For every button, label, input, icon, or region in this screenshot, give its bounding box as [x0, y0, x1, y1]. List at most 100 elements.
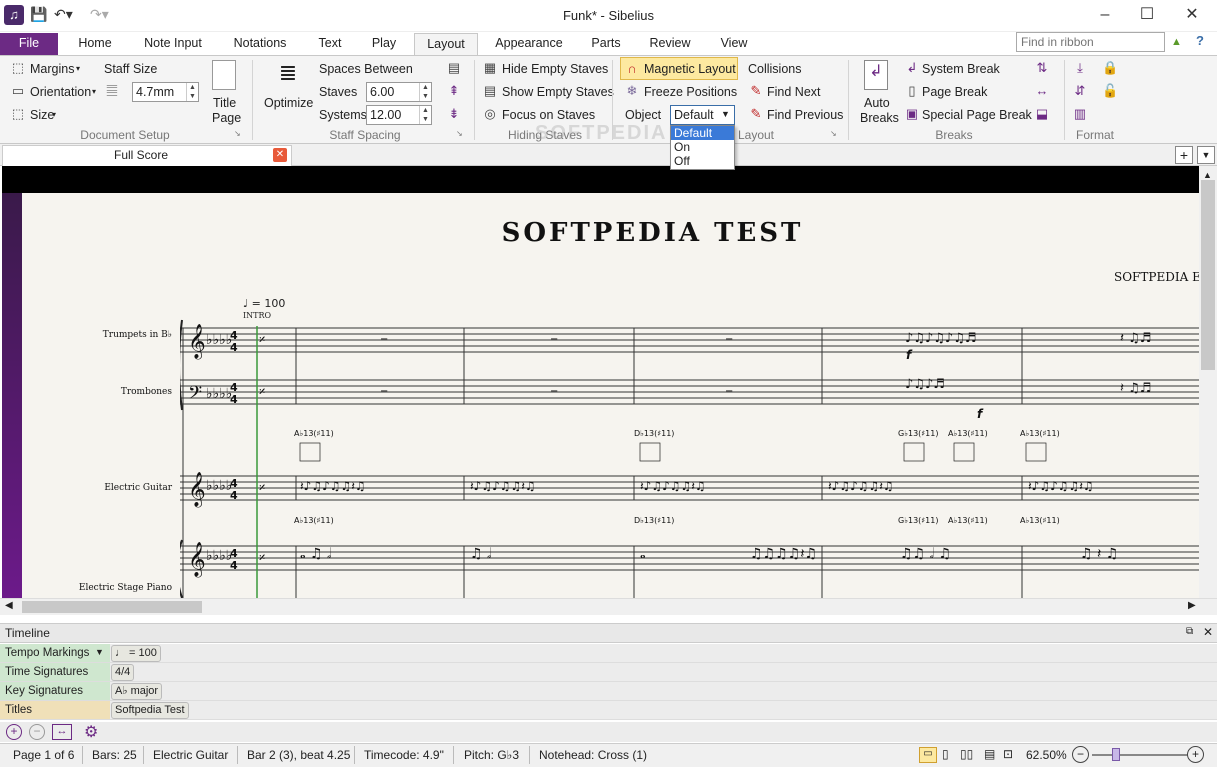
dialog-launcher-icon[interactable]: ↘: [830, 129, 837, 138]
tab-appearance[interactable]: Appearance: [488, 33, 570, 55]
option-default[interactable]: Default: [671, 126, 734, 140]
tab-review[interactable]: Review: [642, 33, 698, 55]
spreads-icon[interactable]: ▯▯: [960, 747, 973, 761]
decrease-spacing-icon[interactable]: ⇟: [446, 106, 462, 122]
staff-name-electric-guitar[interactable]: Electric Guitar: [60, 483, 172, 493]
timeline-label[interactable]: Time Signatures: [0, 663, 110, 681]
size-button[interactable]: Size: [30, 108, 54, 122]
zoom-out-icon[interactable]: −: [29, 724, 45, 740]
tab-file[interactable]: File: [0, 33, 58, 55]
close-tab-icon[interactable]: ✕: [273, 148, 287, 162]
find-next-button[interactable]: Find Next: [767, 85, 821, 99]
timeline-cell[interactable]: 4/4: [111, 664, 135, 681]
hide-empty-staves-button[interactable]: Hide Empty Staves: [502, 62, 608, 76]
tab-parts[interactable]: Parts: [584, 33, 628, 55]
scroll-left-icon[interactable]: ◀: [5, 600, 13, 611]
special-page-break-button[interactable]: Special Page Break: [922, 108, 1032, 122]
system-break-button[interactable]: System Break: [922, 62, 1000, 76]
dialog-launcher-icon[interactable]: ↘: [234, 129, 241, 138]
tab-menu-icon[interactable]: ▼: [1197, 146, 1215, 164]
dynamic-forte[interactable]: f: [906, 348, 913, 362]
find-previous-button[interactable]: Find Previous: [767, 108, 843, 122]
title-page-label-2[interactable]: Page: [212, 111, 241, 125]
option-off[interactable]: Off: [671, 154, 734, 168]
timeline-cell[interactable]: Softpedia Test: [111, 702, 189, 719]
tab-view[interactable]: View: [712, 33, 756, 55]
scroll-right-icon[interactable]: ▶: [1188, 600, 1196, 611]
panorama-icon[interactable]: ▤: [984, 747, 995, 761]
filter-icon[interactable]: ▼: [95, 647, 104, 657]
timeline-cell[interactable]: ♩ = 100: [111, 645, 161, 662]
fullscreen-icon[interactable]: ⊡: [1003, 747, 1013, 761]
restore-panel-icon[interactable]: ⧉: [1186, 626, 1193, 637]
ribbon-search-input[interactable]: [1016, 32, 1165, 52]
chord-symbol[interactable]: D♭13(♯11): [634, 516, 674, 525]
chord-symbol[interactable]: A♭13(♯11): [1020, 429, 1060, 438]
staff-name-electric-stage-piano[interactable]: Electric Stage Piano: [60, 583, 172, 593]
make-into-page-icon[interactable]: ⬓: [1034, 106, 1050, 122]
tab-text[interactable]: Text: [308, 33, 352, 55]
chord-symbol[interactable]: A♭13(♯11): [948, 429, 988, 438]
staff-name-trombones[interactable]: Trombones: [60, 387, 172, 397]
timeline-label[interactable]: Tempo Markings: [0, 644, 110, 662]
tab-notations[interactable]: Notations: [224, 33, 296, 55]
staff-system[interactable]: 𝄞 𝄢 𝄞 𝄞 ♭♭♭♭ ♭♭♭♭ ♭♭♭♭ ♭♭♭♭ 44 44 44 44 𝄎 𝄎 𝄎 𝄎 −…: [180, 318, 1199, 598]
margins-button[interactable]: Margins: [30, 62, 74, 76]
freeze-positions-button[interactable]: Freeze Positions: [644, 85, 737, 99]
chord-symbol[interactable]: G♭13(♯11): [898, 516, 938, 525]
maximize-button[interactable]: ☐: [1127, 4, 1167, 26]
score-title[interactable]: SOFTPEDIA TEST: [0, 218, 1217, 248]
close-button[interactable]: ✕: [1172, 4, 1212, 26]
minimize-button[interactable]: –: [1085, 4, 1125, 26]
zoom-slider-track[interactable]: [1092, 754, 1188, 756]
vertical-scroll-thumb[interactable]: [1201, 180, 1215, 370]
single-page-icon[interactable]: ▯: [942, 747, 949, 761]
dialog-launcher-icon[interactable]: ↘: [456, 129, 463, 138]
timeline-label[interactable]: Key Signatures: [0, 682, 110, 700]
option-on[interactable]: On: [671, 140, 734, 154]
timeline-cell[interactable]: A♭ major: [111, 683, 163, 700]
page-break-button[interactable]: Page Break: [922, 85, 987, 99]
format-icon[interactable]: ⇵: [1072, 83, 1088, 99]
chord-symbol[interactable]: D♭13(♯11): [634, 429, 674, 438]
add-tab-icon[interactable]: +: [1175, 146, 1193, 164]
lock-icon[interactable]: 🔒: [1102, 60, 1118, 76]
format-icon[interactable]: ▥: [1072, 106, 1088, 122]
title-page-label-1[interactable]: Title: [213, 96, 236, 110]
make-into-system-icon[interactable]: ⇅: [1034, 60, 1050, 76]
fit-width-icon[interactable]: ↔: [52, 724, 72, 740]
timeline-label[interactable]: Titles: [0, 701, 110, 719]
scroll-up-icon[interactable]: ▲: [1203, 170, 1212, 180]
staves-stepper[interactable]: ▲ ▼: [419, 83, 431, 101]
increase-spacing-icon[interactable]: ⇞: [446, 83, 462, 99]
staff-spacing-icon[interactable]: ▤: [446, 60, 462, 76]
help-icon[interactable]: ?: [1196, 33, 1204, 48]
zoom-in-icon[interactable]: +: [6, 724, 22, 740]
format-icon[interactable]: ⤓: [1072, 60, 1088, 76]
tab-layout[interactable]: Layout: [414, 33, 478, 55]
focus-on-staves-button[interactable]: Focus on Staves: [502, 108, 595, 122]
systems-stepper[interactable]: ▲ ▼: [419, 106, 431, 124]
staff-name-trumpets[interactable]: Trumpets in B♭: [60, 330, 172, 340]
split-system-icon[interactable]: ↔: [1034, 83, 1050, 99]
auto-breaks-label-2[interactable]: Breaks: [860, 111, 899, 125]
unlock-icon[interactable]: 🔓: [1102, 83, 1118, 99]
chord-symbol[interactable]: G♭13(♯11): [898, 429, 938, 438]
chord-symbol[interactable]: A♭13(♯11): [1020, 516, 1060, 525]
dynamic-forte[interactable]: f: [977, 407, 984, 421]
collapse-ribbon-icon[interactable]: ▲: [1171, 36, 1182, 48]
tab-play[interactable]: Play: [362, 33, 406, 55]
optimize-button[interactable]: Optimize: [264, 96, 313, 110]
gear-icon[interactable]: ⚙: [84, 722, 98, 742]
collisions-button[interactable]: Collisions: [748, 62, 802, 76]
staff-size-stepper[interactable]: ▲ ▼: [186, 83, 198, 101]
zoom-slider-thumb[interactable]: [1112, 748, 1120, 761]
zoom-out-button[interactable]: −: [1072, 746, 1089, 763]
tab-note-input[interactable]: Note Input: [136, 33, 210, 55]
zoom-in-button[interactable]: +: [1187, 746, 1204, 763]
close-panel-icon[interactable]: ✕: [1203, 625, 1213, 639]
tab-home[interactable]: Home: [66, 33, 124, 55]
orientation-button[interactable]: Orientation: [30, 85, 91, 99]
horizontal-scroll-thumb[interactable]: [22, 601, 202, 613]
chord-symbol[interactable]: A♭13(♯11): [948, 516, 988, 525]
